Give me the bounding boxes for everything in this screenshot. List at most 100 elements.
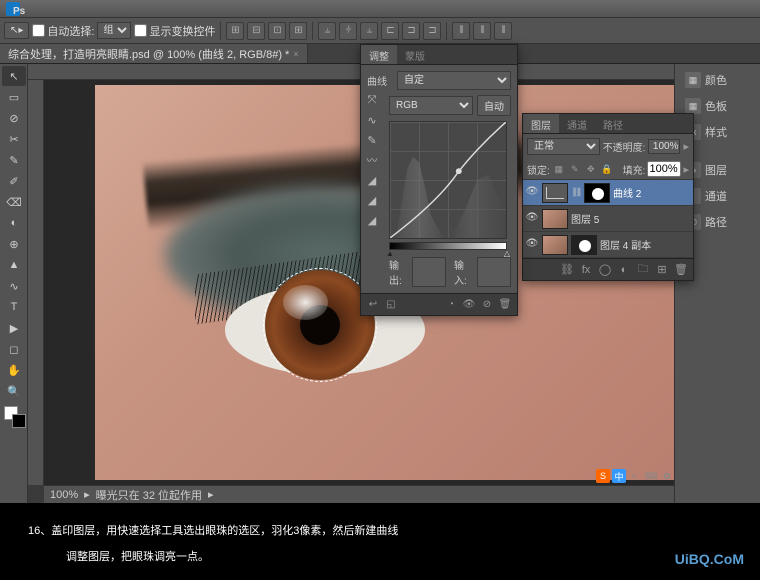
eraser-tool[interactable]: ⌫ — [2, 192, 26, 212]
adjustments-panel[interactable]: 调整 蒙版 曲线 自定 RGB 自动 ⤧ ∿ ✎ 〰 ◢ ◢ ◢ — [360, 44, 518, 316]
layer-thumb[interactable] — [542, 209, 568, 229]
input-ramp[interactable] — [389, 242, 507, 250]
align-bottom-icon[interactable]: ⫨ — [360, 22, 378, 40]
lasso-tool[interactable]: ⊘ — [2, 108, 26, 128]
path-tool[interactable]: ▶ — [2, 318, 26, 338]
auto-select-mode[interactable]: 组 — [97, 22, 131, 39]
eyedropper-gray-icon[interactable]: ◢ — [363, 191, 381, 209]
blur-tool[interactable]: ▲ — [2, 255, 26, 275]
color-swatches[interactable] — [2, 406, 25, 434]
mask-thumb[interactable] — [571, 235, 597, 255]
lock-all-icon[interactable]: 🔒 — [600, 162, 614, 176]
eyedropper-white-icon[interactable]: ◢ — [363, 211, 381, 229]
new-layer-icon[interactable]: ⊞ — [654, 262, 670, 278]
align-icon[interactable]: ⊟ — [247, 22, 265, 40]
type-tool[interactable]: T — [2, 297, 26, 317]
align-left-icon[interactable]: ⊏ — [381, 22, 399, 40]
tab-paths[interactable]: 路径 — [595, 114, 631, 133]
layer-name[interactable]: 图层 5 — [571, 211, 691, 226]
fill-input[interactable] — [647, 161, 681, 177]
align-icon[interactable]: ⊡ — [268, 22, 286, 40]
visibility-icon[interactable]: 👁 — [525, 238, 539, 252]
background-color[interactable] — [12, 414, 26, 428]
adjustment-thumb[interactable] — [542, 183, 568, 203]
lock-transparency-icon[interactable]: ▦ — [552, 162, 566, 176]
link-layers-icon[interactable]: ⛓ — [559, 262, 575, 278]
tab-channels[interactable]: 通道 — [559, 114, 595, 133]
eyedropper-tool[interactable]: ✎ — [2, 150, 26, 170]
document-tab[interactable]: 综合处理，打造明亮眼睛.psd @ 100% (曲线 2, RGB/8#) * … — [0, 44, 308, 63]
align-vcenter-icon[interactable]: ⫩ — [339, 22, 357, 40]
visibility-icon[interactable]: 👁 — [461, 297, 477, 313]
ime-keyboard-icon: ⌨ — [644, 469, 658, 483]
visibility-icon[interactable]: 👁 — [525, 212, 539, 226]
curves-graph[interactable] — [389, 121, 507, 239]
auto-select-checkbox[interactable]: 自动选择: — [32, 23, 94, 39]
target-adjust-icon[interactable]: ⤧ — [363, 91, 381, 109]
reset-icon[interactable]: ⊘ — [479, 297, 495, 313]
crop-tool[interactable]: ✂ — [2, 129, 26, 149]
hand-tool[interactable]: ✋ — [2, 360, 26, 380]
lock-label: 锁定: — [527, 162, 550, 177]
close-tab-icon[interactable]: × — [293, 49, 298, 59]
dodge-tool[interactable]: ◐ — [2, 213, 26, 233]
channel-select[interactable]: RGB — [389, 96, 473, 115]
lock-image-icon[interactable]: ✎ — [568, 162, 582, 176]
delete-icon[interactable]: 🗑 — [497, 297, 513, 313]
zoom-tool[interactable]: 🔍 — [2, 381, 26, 401]
smooth-icon[interactable]: 〰 — [363, 151, 381, 169]
clip-icon[interactable]: ◔ — [443, 297, 459, 313]
lock-position-icon[interactable]: ✥ — [584, 162, 598, 176]
dock-color[interactable]: ▦颜色 — [679, 68, 756, 92]
distribute-icon[interactable]: ⫴ — [473, 22, 491, 40]
output-label: 输出: — [389, 257, 404, 287]
tab-adjustments[interactable]: 调整 — [361, 45, 397, 64]
zoom-level[interactable]: 100% — [50, 489, 78, 501]
layer-row[interactable]: 👁 ⛓ 曲线 2 — [523, 180, 693, 206]
align-right-icon[interactable]: ⊐ — [423, 22, 441, 40]
layer-name[interactable]: 曲线 2 — [613, 185, 691, 200]
blend-mode[interactable]: 正常 — [527, 138, 600, 155]
align-hcenter-icon[interactable]: ⊐ — [402, 22, 420, 40]
status-bar: 100% ▸ 曝光只在 32 位起作用 ▸ — [44, 485, 760, 503]
eyedropper-black-icon[interactable]: ◢ — [363, 171, 381, 189]
align-icon[interactable]: ⊞ — [289, 22, 307, 40]
tab-masks[interactable]: 蒙版 — [397, 45, 433, 64]
opacity-input[interactable] — [648, 139, 680, 154]
return-icon[interactable]: ↩ — [365, 297, 381, 313]
layer-thumb[interactable] — [542, 235, 568, 255]
shape-tool[interactable]: ◻ — [2, 339, 26, 359]
pen-tool[interactable]: ∿ — [2, 276, 26, 296]
auto-button[interactable]: 自动 — [477, 95, 511, 116]
pencil-icon[interactable]: ✎ — [363, 131, 381, 149]
layers-panel[interactable]: 图层 通道 路径 正常 不透明度: ▸ 锁定: ▦ ✎ ✥ 🔒 填充: ▸ � — [522, 113, 694, 281]
input-input[interactable] — [477, 257, 511, 287]
layer-row[interactable]: 👁 图层 4 副本 — [523, 232, 693, 258]
gradient-tool[interactable]: ⊕ — [2, 234, 26, 254]
tutorial-line1: 盖印图层，用快速选择工具选出眼珠的选区，羽化3像素，然后新建曲线 — [51, 525, 398, 537]
mask-thumb[interactable] — [584, 183, 610, 203]
layer-row[interactable]: 👁 图层 5 — [523, 206, 693, 232]
fx-icon[interactable]: fx — [578, 262, 594, 278]
distribute-icon[interactable]: ⫴ — [452, 22, 470, 40]
align-icon[interactable]: ⊞ — [226, 22, 244, 40]
curve-draw-icon[interactable]: ∿ — [363, 111, 381, 129]
brush-tool[interactable]: ✐ — [2, 171, 26, 191]
ime-zh-icon: 中 — [612, 469, 626, 483]
output-input[interactable] — [412, 257, 446, 287]
visibility-icon[interactable]: 👁 — [525, 186, 539, 200]
tab-layers[interactable]: 图层 — [523, 114, 559, 133]
move-tool-indicator[interactable]: ↖▸ — [4, 22, 29, 39]
mask-icon[interactable]: ◯ — [597, 262, 613, 278]
curves-preset[interactable]: 自定 — [397, 71, 511, 90]
show-transform-checkbox[interactable]: 显示变换控件 — [134, 23, 215, 39]
layer-name[interactable]: 图层 4 副本 — [600, 237, 691, 252]
marquee-tool[interactable]: ▭ — [2, 87, 26, 107]
distribute-icon[interactable]: ⫴ — [494, 22, 512, 40]
group-icon[interactable]: 🗀 — [635, 262, 651, 278]
align-top-icon[interactable]: ⫨ — [318, 22, 336, 40]
adjustment-icon[interactable]: ◐ — [616, 262, 632, 278]
move-tool[interactable]: ↖ — [2, 66, 26, 86]
delete-layer-icon[interactable]: 🗑 — [673, 262, 689, 278]
expand-icon[interactable]: ◱ — [383, 297, 399, 313]
